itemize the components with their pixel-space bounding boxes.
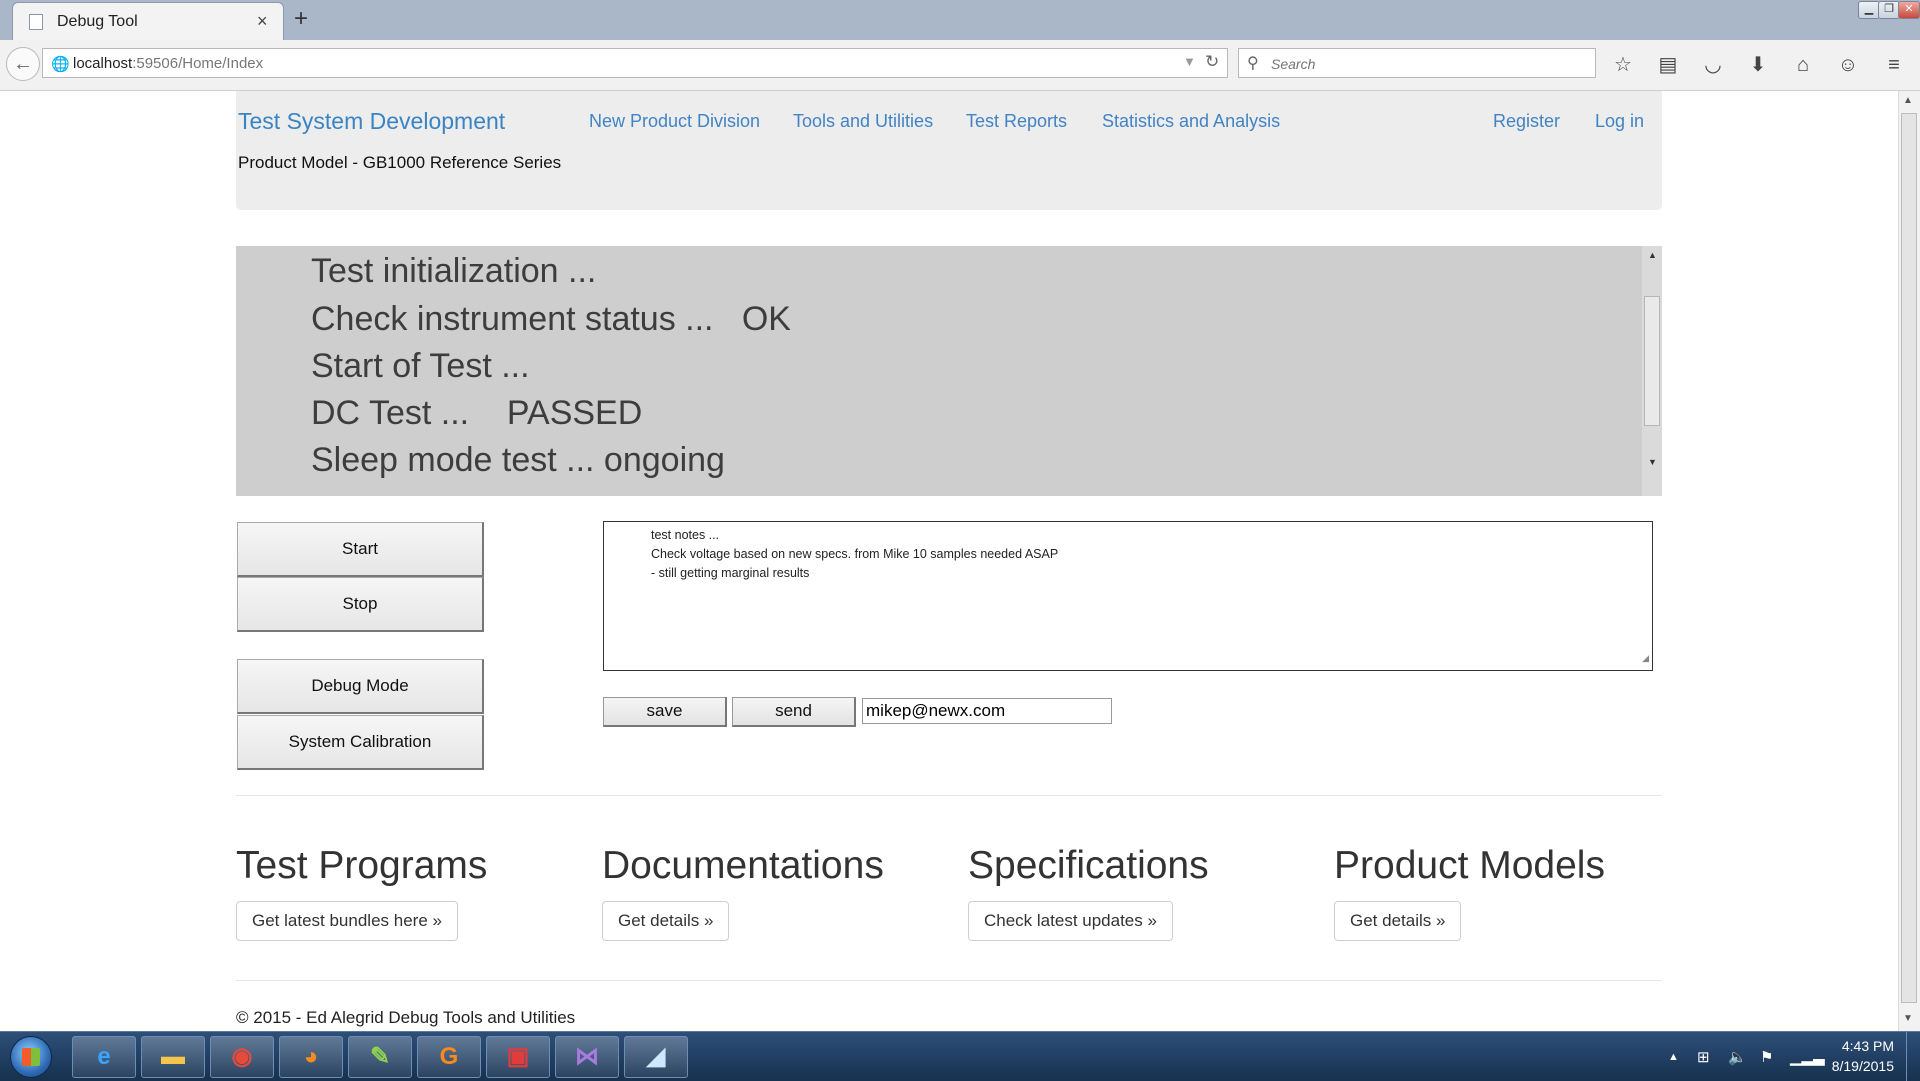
windows-flag-tray-icon[interactable]: ⊞: [1697, 1048, 1710, 1066]
page-favicon-icon: [29, 14, 43, 30]
start-button[interactable]: [10, 1036, 52, 1078]
specifications-button[interactable]: Check latest updates »: [968, 901, 1173, 941]
test-notes-textarea[interactable]: test notes ... Check voltage based on ne…: [603, 521, 1653, 671]
url-path: :59506/Home/Index: [132, 55, 264, 72]
pdf-tool-icon[interactable]: G: [417, 1036, 481, 1078]
pocket-icon[interactable]: ◡: [1699, 51, 1727, 79]
reload-icon[interactable]: ↻: [1205, 52, 1219, 72]
windows-logo-icon: [22, 1048, 40, 1066]
notes-line: - still getting marginal results: [651, 566, 810, 580]
log-line: Test initialization ...: [311, 252, 597, 290]
internet-explorer-icon[interactable]: e: [72, 1036, 136, 1078]
register-link[interactable]: Register: [1493, 111, 1560, 132]
stop-button[interactable]: Stop: [237, 577, 484, 632]
url-text: localhost:59506/Home/Index: [73, 55, 263, 72]
start-button[interactable]: Start: [237, 522, 484, 577]
divider: [236, 980, 1662, 981]
search-input[interactable]: [1269, 53, 1583, 75]
new-tab-button[interactable]: +: [294, 5, 308, 33]
tab-title: Debug Tool: [57, 13, 138, 30]
documentations-button[interactable]: Get details »: [602, 901, 730, 941]
site-brand-link[interactable]: Test System Development: [238, 108, 505, 135]
notes-line: Check voltage based on new specs. from M…: [651, 547, 1059, 561]
clock-date: 8/19/2015: [1831, 1058, 1894, 1074]
back-button[interactable]: ←: [6, 47, 40, 81]
close-window-icon[interactable]: ✕: [1898, 1, 1920, 19]
download-icon[interactable]: ⬇: [1744, 51, 1772, 79]
home-icon[interactable]: ⌂: [1789, 51, 1817, 79]
system-clock[interactable]: 4:43 PM 8/19/2015: [1804, 1036, 1894, 1076]
show-desktop-button[interactable]: [1906, 1032, 1920, 1081]
remote-desktop-icon[interactable]: ◢: [624, 1036, 688, 1078]
navigation-toolbar: ← 🌐 localhost:59506/Home/Index ▼ ↻ ⚲ ☆ ▤…: [0, 40, 1920, 91]
system-calibration-button[interactable]: System Calibration: [237, 715, 484, 770]
chat-icon[interactable]: ☺: [1834, 51, 1862, 79]
browser-tab[interactable]: Debug Tool ×: [12, 2, 284, 41]
page-scroll-thumb[interactable]: [1901, 113, 1917, 1003]
back-arrow-icon: ←: [13, 53, 33, 75]
product-model-subtitle: Product Model - GB1000 Reference Series: [238, 153, 562, 172]
address-bar[interactable]: 🌐 localhost:59506/Home/Index ▼ ↻: [42, 48, 1228, 78]
menu-icon[interactable]: ≡: [1880, 51, 1908, 79]
log-line: DC Test ... PASSED: [311, 394, 643, 432]
console-scroll-thumb[interactable]: [1644, 296, 1660, 426]
reading-list-icon[interactable]: ▤: [1654, 51, 1682, 79]
scroll-up-icon[interactable]: ▲: [1903, 95, 1913, 106]
debug-mode-button[interactable]: Debug Mode: [237, 659, 484, 714]
visual-studio-icon[interactable]: ⋈: [555, 1036, 619, 1078]
scroll-down-icon[interactable]: ▼: [1648, 457, 1657, 467]
divider: [236, 795, 1662, 796]
section-title-test-programs: Test Programs: [236, 844, 488, 887]
nav-test-reports[interactable]: Test Reports: [966, 111, 1067, 132]
log-line: Check instrument status ... OK: [311, 300, 791, 338]
notepad-plus-icon[interactable]: ✎: [348, 1036, 412, 1078]
notes-line: test notes ...: [651, 528, 720, 542]
tab-strip: Debug Tool × + ▁ ❐ ✕: [0, 0, 1920, 41]
volume-icon[interactable]: 🔈: [1728, 1048, 1747, 1066]
section-title-documentations: Documentations: [602, 844, 884, 887]
section-title-product-models: Product Models: [1334, 844, 1605, 887]
scroll-up-icon[interactable]: ▲: [1648, 250, 1657, 260]
resize-grip-icon[interactable]: ◢: [1642, 649, 1649, 668]
clock-time: 4:43 PM: [1841, 1038, 1894, 1054]
product-models-button[interactable]: Get details »: [1334, 901, 1462, 941]
globe-icon: 🌐: [51, 56, 70, 73]
url-host: localhost: [73, 55, 133, 72]
show-hidden-icons-icon[interactable]: ▲: [1668, 1051, 1679, 1063]
section-title-specifications: Specifications: [968, 844, 1209, 887]
firefox-icon[interactable]: ◕: [279, 1036, 343, 1078]
file-explorer-icon[interactable]: ▬: [141, 1036, 205, 1078]
nav-statistics-and-analysis[interactable]: Statistics and Analysis: [1102, 111, 1280, 132]
send-button[interactable]: send: [732, 697, 856, 727]
restore-window-icon[interactable]: ❐: [1878, 1, 1900, 19]
minimize-window-icon[interactable]: ▁: [1858, 1, 1880, 19]
log-line: Start of Test ...: [311, 347, 530, 385]
scroll-down-icon[interactable]: ▼: [1903, 1013, 1913, 1024]
search-icon: ⚲: [1247, 55, 1259, 72]
test-programs-button[interactable]: Get latest bundles here »: [236, 901, 458, 941]
footer-copyright: © 2015 - Ed Alegrid Debug Tools and Util…: [236, 1008, 576, 1027]
search-box[interactable]: ⚲: [1238, 48, 1596, 78]
console-scrollbar[interactable]: ▲ ▼: [1642, 246, 1662, 496]
email-field[interactable]: [862, 698, 1112, 724]
toolbox-icon[interactable]: ▣: [486, 1036, 550, 1078]
page-scrollbar[interactable]: ▲ ▼: [1898, 91, 1920, 1031]
chrome-icon[interactable]: ◉: [210, 1036, 274, 1078]
log-line: Sleep mode test ... ongoing: [311, 441, 725, 479]
test-log-console[interactable]: Test initialization ... Check instrument…: [236, 246, 1662, 496]
page-viewport: Test System Development New Product Divi…: [0, 91, 1898, 1031]
nav-tools-and-utilities[interactable]: Tools and Utilities: [793, 111, 933, 132]
login-link[interactable]: Log in: [1595, 111, 1644, 132]
bookmark-star-icon[interactable]: ☆: [1609, 51, 1637, 79]
save-button[interactable]: save: [603, 697, 727, 727]
history-dropdown-icon[interactable]: ▼: [1183, 54, 1196, 69]
windows-taskbar: e ▬ ◉ ◕ ✎ G ▣ ⋈ ◢ ▲ ⊞ 🔈 ⚑ ▁▂▃ 4:43 PM 8/…: [0, 1031, 1920, 1081]
tab-close-icon[interactable]: ×: [257, 11, 268, 32]
action-center-flag-icon[interactable]: ⚑: [1760, 1048, 1773, 1066]
nav-new-product-division[interactable]: New Product Division: [589, 111, 760, 132]
